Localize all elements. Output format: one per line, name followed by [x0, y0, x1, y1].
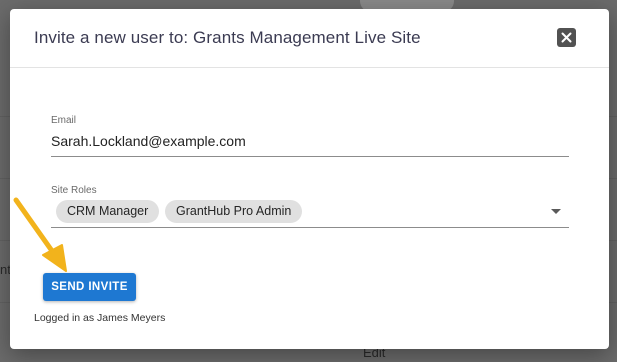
- dropdown-arrow-icon[interactable]: [551, 209, 561, 214]
- logged-in-text: Logged in as James Meyers: [34, 312, 166, 324]
- close-icon: [561, 32, 572, 43]
- role-chip-crm-manager[interactable]: CRM Manager: [56, 200, 160, 223]
- site-roles-label: Site Roles: [51, 185, 97, 196]
- dialog-header: Invite a new user to: Grants Management …: [10, 9, 609, 68]
- close-button[interactable]: [557, 28, 576, 47]
- role-chip-granthub-pro-admin[interactable]: GrantHub Pro Admin: [165, 200, 303, 223]
- site-roles-underline: [51, 227, 569, 228]
- email-label: Email: [51, 115, 77, 126]
- dialog-title: Invite a new user to: Grants Management …: [34, 28, 421, 47]
- invite-user-dialog: Invite a new user to: Grants Management …: [10, 9, 609, 349]
- email-field-underline: [51, 156, 569, 157]
- email-field[interactable]: Sarah.Lockland@example.com: [51, 133, 246, 149]
- send-invite-button[interactable]: SEND INVITE: [43, 273, 136, 301]
